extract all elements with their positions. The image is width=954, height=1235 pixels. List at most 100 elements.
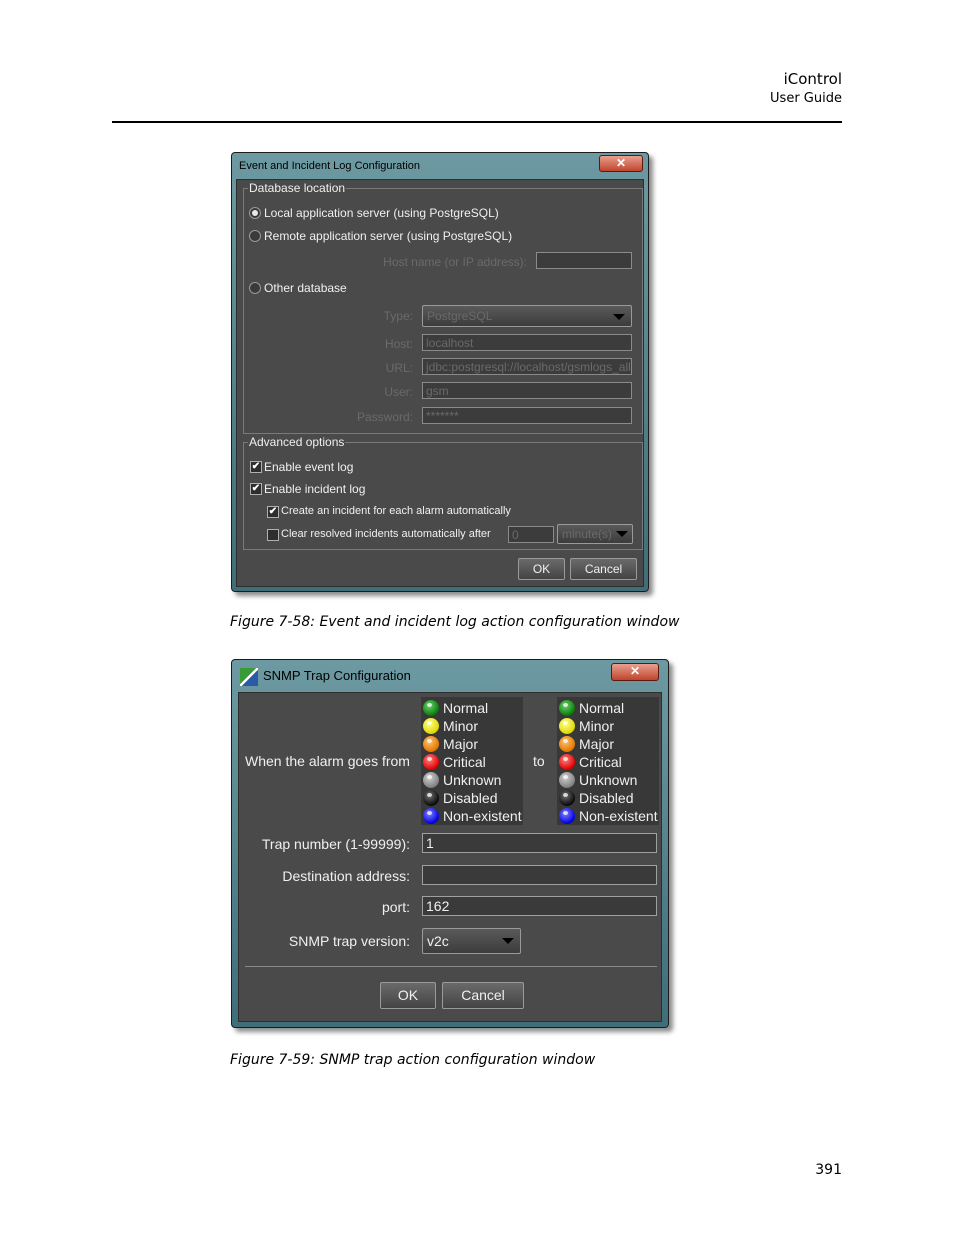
local-server-label: Local application server (using PostgreS… <box>264 206 499 220</box>
severity-label: Unknown <box>443 772 502 788</box>
create-incident-checkbox[interactable]: ✔ <box>267 506 279 518</box>
app-logo-icon <box>240 668 258 686</box>
destination-address-label: Destination address: <box>282 868 410 884</box>
severity-label: Minor <box>579 718 615 734</box>
clear-unit-value: minute(s) <box>562 527 613 541</box>
severity-item[interactable]: Disabled <box>557 789 659 807</box>
from-severity-list[interactable]: Normal Minor Major Critical Unknown Disa… <box>421 697 523 825</box>
other-database-label: Other database <box>264 281 347 295</box>
minor-led-icon <box>559 718 575 734</box>
normal-led-icon <box>423 700 439 716</box>
cancel-button[interactable]: Cancel <box>570 558 637 580</box>
figure1-caption: Figure 7-58: Event and incident log acti… <box>230 614 680 630</box>
severity-item[interactable]: Critical <box>557 753 659 771</box>
clear-unit-combo[interactable]: minute(s) <box>557 524 633 544</box>
close-icon: ✕ <box>615 156 627 170</box>
clear-delay-field[interactable]: 0 <box>508 526 554 543</box>
chevron-down-icon <box>502 938 514 944</box>
critical-led-icon <box>423 754 439 770</box>
unknown-led-icon <box>559 772 575 788</box>
create-incident-label: Create an incident for each alarm automa… <box>281 505 511 517</box>
url-field[interactable]: jdbc:postgresql://localhost/gsmlogs_all <box>422 358 632 375</box>
clear-resolved-checkbox[interactable] <box>267 529 279 541</box>
unknown-led-icon <box>423 772 439 788</box>
other-database-radio[interactable] <box>249 282 261 294</box>
password-field[interactable]: ******* <box>422 407 632 424</box>
type-combo[interactable]: PostgreSQL <box>422 305 632 327</box>
severity-item[interactable]: Critical <box>421 753 523 771</box>
window-client: Database location Local application serv… <box>236 179 644 587</box>
severity-label: Unknown <box>579 772 638 788</box>
severity-label: Non-existent <box>579 808 658 824</box>
password-label: Password: <box>356 410 413 424</box>
trap-number-field[interactable]: 1 <box>422 833 657 853</box>
advanced-options-legend: Advanced options <box>248 435 346 449</box>
chevron-down-icon <box>616 531 628 537</box>
disabled-led-icon <box>423 790 439 806</box>
severity-label: Non-existent <box>443 808 522 824</box>
minor-led-icon <box>423 718 439 734</box>
severity-item[interactable]: Normal <box>557 699 659 717</box>
enable-incident-log-checkbox[interactable]: ✔ <box>250 483 262 495</box>
enable-event-log-checkbox[interactable]: ✔ <box>250 461 262 473</box>
ok-button[interactable]: OK <box>380 982 436 1009</box>
severity-label: Major <box>443 736 479 752</box>
clear-resolved-label: Clear resolved incidents automatically a… <box>281 528 491 540</box>
user-field[interactable]: gsm <box>422 382 632 399</box>
user-label: User: <box>384 385 413 399</box>
cancel-button[interactable]: Cancel <box>442 982 524 1009</box>
severity-label: Disabled <box>443 790 498 806</box>
enable-incident-log-label: Enable incident log <box>264 482 366 496</box>
severity-label: Minor <box>443 718 479 734</box>
page-number: 391 <box>815 1162 842 1178</box>
enable-event-log-label: Enable event log <box>264 460 354 474</box>
snmp-version-combo[interactable]: v2c <box>422 928 521 954</box>
close-icon: ✕ <box>629 664 641 678</box>
window-titlebar: Event and Incident Log Configuration ✕ <box>232 153 648 175</box>
window-title: Event and Incident Log Configuration <box>239 160 421 172</box>
host-label: Host: <box>384 337 413 351</box>
severity-item[interactable]: Non-existent <box>557 807 659 825</box>
type-label: Type: <box>383 309 413 323</box>
severity-label: Major <box>579 736 615 752</box>
severity-item[interactable]: Minor <box>557 717 659 735</box>
port-field[interactable]: 162 <box>422 896 657 916</box>
normal-led-icon <box>559 700 575 716</box>
severity-item[interactable]: Disabled <box>421 789 523 807</box>
from-label: When the alarm goes from <box>245 753 410 769</box>
severity-item[interactable]: Unknown <box>557 771 659 789</box>
to-severity-list[interactable]: Normal Minor Major Critical Unknown Disa… <box>557 697 659 825</box>
figure2-caption: Figure 7-59: SNMP trap action configurat… <box>230 1052 596 1068</box>
remote-server-radio[interactable] <box>249 230 261 242</box>
host-field[interactable]: localhost <box>422 334 632 351</box>
window-titlebar: SNMP Trap Configuration ✕ <box>232 660 668 690</box>
type-value: PostgreSQL <box>427 309 493 323</box>
snmp-version-label: SNMP trap version: <box>288 933 410 949</box>
close-button[interactable]: ✕ <box>611 663 659 681</box>
disabled-led-icon <box>559 790 575 806</box>
local-server-radio[interactable] <box>249 207 261 219</box>
host-name-field[interactable] <box>536 252 632 269</box>
non-existent-led-icon <box>559 808 575 824</box>
severity-item[interactable]: Unknown <box>421 771 523 789</box>
severity-item[interactable]: Major <box>557 735 659 753</box>
severity-label: Disabled <box>579 790 634 806</box>
severity-item[interactable]: Minor <box>421 717 523 735</box>
severity-item[interactable]: Normal <box>421 699 523 717</box>
to-label: to <box>533 753 545 769</box>
database-location-legend: Database location <box>248 181 347 195</box>
destination-address-field[interactable] <box>422 865 657 885</box>
window-title: SNMP Trap Configuration <box>263 668 411 683</box>
close-button[interactable]: ✕ <box>599 155 643 172</box>
host-name-label: Host name (or IP address): <box>383 255 527 269</box>
severity-item[interactable]: Major <box>421 735 523 753</box>
severity-item[interactable]: Non-existent <box>421 807 523 825</box>
non-existent-led-icon <box>423 808 439 824</box>
remote-server-label: Remote application server (using Postgre… <box>264 229 513 243</box>
ok-button[interactable]: OK <box>518 558 565 580</box>
chevron-down-icon <box>613 314 625 320</box>
severity-label: Critical <box>443 754 486 770</box>
snmp-version-value: v2c <box>427 933 449 949</box>
critical-led-icon <box>559 754 575 770</box>
trap-number-label: Trap number (1-99999): <box>261 836 410 852</box>
